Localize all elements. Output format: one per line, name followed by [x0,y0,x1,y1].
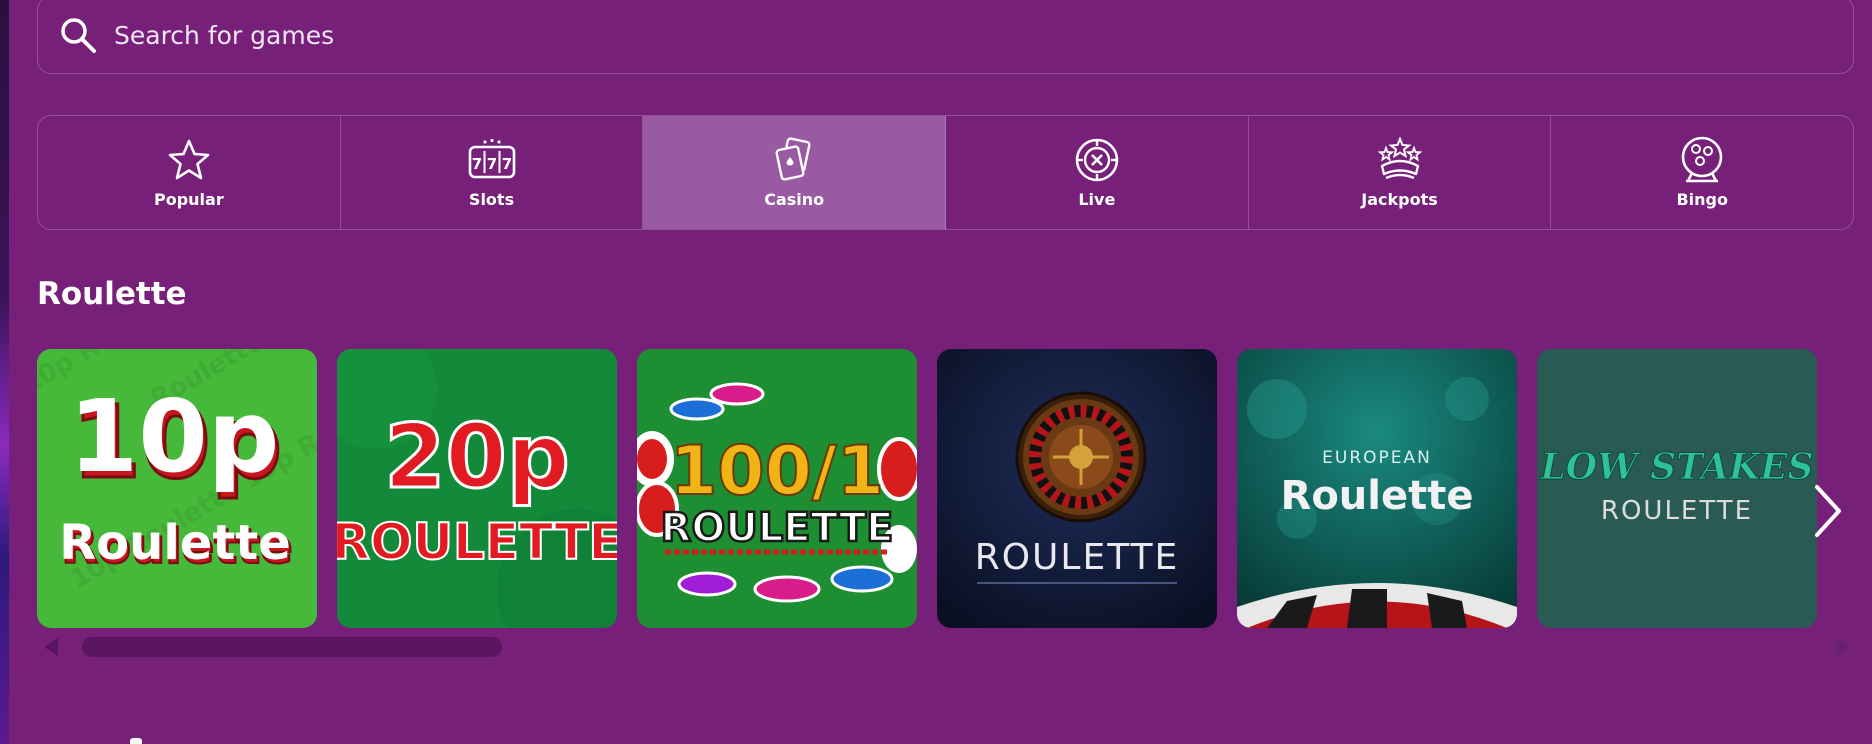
search-icon [56,13,100,57]
scroll-right-arrow[interactable] [1836,638,1850,656]
carousel-next-button[interactable] [1806,476,1850,546]
game-tile-20p-roulette[interactable]: 20p ROULETTE [337,349,617,628]
tab-live[interactable]: Live [946,116,1249,229]
tab-casino[interactable]: Casino [643,116,947,229]
search-bar[interactable]: Search for games [37,0,1854,74]
game-title-line1: EUROPEAN [1322,448,1432,468]
tab-bingo[interactable]: Bingo [1551,116,1853,229]
game-tile-european-roulette[interactable]: EUROPEAN Roulette [1237,349,1517,628]
search-input[interactable]: Search for games [114,21,334,50]
slot-777-icon: 777 [466,136,518,184]
chip-icon [1071,136,1123,184]
jackpot-crown-icon [1374,136,1426,184]
game-tile-100-1-roulette[interactable]: 100/1 ROULETTE [637,349,917,628]
star-icon [163,136,215,184]
game-tile-10p-roulette[interactable]: 10p Roulette 10p 10p Roulette 10p Roulet… [37,349,317,628]
game-tile-roulette[interactable]: ROULETTE [937,349,1217,628]
next-section-hint [130,738,142,744]
chevron-right-icon [1815,485,1841,537]
scroll-left-arrow[interactable] [44,638,58,656]
game-title-line1: 20p [384,405,569,508]
game-title-line2: ROULETTE [661,505,894,551]
category-tabs: Popular 777 Slots Casino Live Jackpots B… [37,115,1854,230]
tab-jackpots[interactable]: Jackpots [1249,116,1552,229]
tab-popular[interactable]: Popular [38,116,341,229]
bingo-ball-icon [1676,136,1728,184]
svg-text:7: 7 [486,155,496,173]
tab-label: Jackpots [1361,190,1438,209]
cards-icon [768,136,820,184]
game-title-line2-face: Roulette [59,515,291,571]
scrollbar-thumb[interactable] [82,637,502,657]
game-title-line2: ROULETTE [337,513,617,571]
game-title-line1: 100/1 [670,432,884,511]
svg-text:7: 7 [471,155,481,173]
tab-label: Slots [468,190,515,209]
game-title-line2: Roulette [1281,473,1474,519]
tab-label: Live [1078,190,1116,209]
tab-label: Casino [764,190,825,209]
game-title-line1-face: 10p [69,378,280,495]
horizontal-scrollbar[interactable] [44,635,1850,659]
tab-label: Popular [153,190,224,209]
tab-label: Bingo [1676,190,1728,209]
game-title-line1: LOW STAKES [1539,446,1813,488]
tab-slots[interactable]: 777 Slots [341,116,644,229]
game-title-line2: ROULETTE [1601,496,1753,526]
background-edge [0,0,9,744]
section-title: Roulette [37,276,187,312]
game-tile-low-stakes-roulette[interactable]: LOW STAKES ROULETTE [1537,349,1817,628]
svg-text:7: 7 [501,155,511,173]
game-title-line1: ROULETTE [975,537,1180,578]
